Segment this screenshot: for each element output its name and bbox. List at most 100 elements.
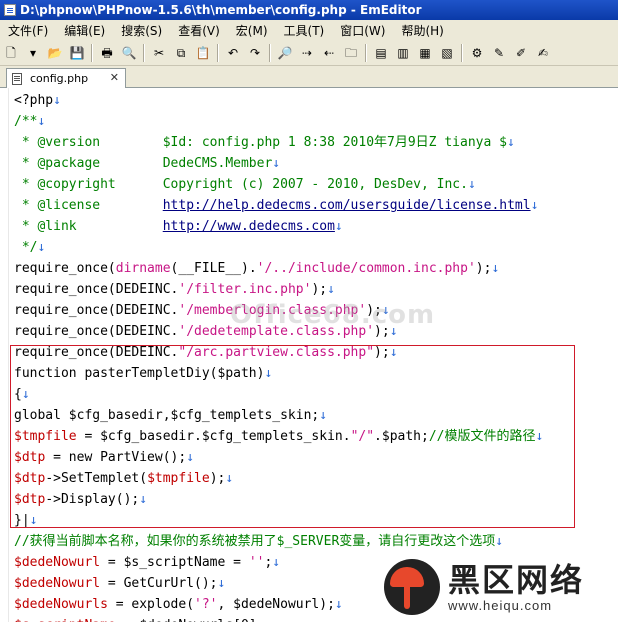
toolbar-separator [461,43,463,62]
code-token: = explode( [107,597,195,612]
app-icon [4,4,16,16]
code-token: * @link [14,219,163,234]
find-prev-icon[interactable]: ⇠ [320,44,338,62]
code-token: $s_scriptName [14,618,116,622]
code-link[interactable]: http://help.dedecms.com/usersguide/licen… [163,198,531,213]
code-token: dirname [115,261,171,276]
toolbar: 🗋 ▾ 📂 💾 🖶 🔍 ✂ ⧉ 📋 ↶ ↷ 🔎 ⇢ ⇠ 🗀 ▤ ▥ ▦ ▧ ⚙ ✎ ✐ ✍ [0,40,618,66]
toolbar-separator [269,43,271,62]
tab-bar: config.php ✕ [0,66,618,88]
cut-icon[interactable]: ✂ [150,44,168,62]
tab-label: config.php [30,72,89,85]
code-token: $dedeNowurl [14,576,101,591]
code-line[interactable]: require_once(DEDEINC.'/filter.inc.php');… [14,279,543,300]
code-token: * @package DedeCMS.Member [14,156,273,171]
editor-area[interactable]: <?php↓/**↓ * @version $Id: config.php 1 … [0,88,618,622]
code-token: (__FILE__). [170,261,257,276]
code-line[interactable]: //获得当前脚本名称，如果你的系统被禁用了$_SERVER变量，请自行更改这个选… [14,531,543,552]
redo-icon[interactable]: ↷ [246,44,264,62]
code-token: '/../include/common.inc.php' [256,261,476,276]
menu-item-1[interactable]: 编辑(E) [56,22,113,39]
code-line[interactable]: * @version $Id: config.php 1 8:38 2010年7… [14,132,543,153]
code-token: //获得当前脚本名称，如果你的系统被禁用了$_SERVER变量，请自行更改这个选… [14,534,496,549]
menu-item-7[interactable]: 帮助(H) [393,22,451,39]
title-bar: D:\phpnow\PHPnow-1.5.6\th\member\config.… [0,0,618,20]
code-link[interactable]: http://www.dedecms.com [163,219,335,234]
menu-bar: 文件(F) 编辑(E) 搜索(S) 查看(V) 宏(M) 工具(T) 窗口(W) 帮助(H) [0,20,618,40]
paste-icon[interactable]: 📋 [194,44,212,62]
logo-text: 黑区网络 [448,560,585,599]
editor-gutter [0,88,9,622]
find-next-icon[interactable]: ⇢ [298,44,316,62]
code-token: require_once(DEDEINC. [14,282,179,297]
menu-item-0[interactable]: 文件(F) [0,22,56,39]
code-line[interactable]: * @link http://www.dedecms.com↓ [14,216,543,237]
tab-config-php[interactable]: config.php ✕ [6,68,126,88]
code-line[interactable]: * @copyright Copyright (c) 2007 - 2010, … [14,174,543,195]
new-icon[interactable]: 🗋 [2,44,20,62]
macro2-icon[interactable]: ✍ [534,44,552,62]
close-icon[interactable]: ✕ [110,71,119,84]
menu-item-3[interactable]: 查看(V) [170,22,228,39]
logo-mark-icon [384,559,440,615]
code-line[interactable]: * @license http://help.dedecms.com/users… [14,195,543,216]
save-icon[interactable]: 💾 [68,44,86,62]
code-token: '/filter.inc.php' [178,282,312,297]
line-end-marker: ↓ [264,618,272,622]
line-end-marker: ↓ [272,156,281,171]
macro-icon[interactable]: ✎ [490,44,508,62]
line-end-marker: ↓ [37,240,46,255]
code-line[interactable]: * @package DedeCMS.Member↓ [14,153,543,174]
open-icon[interactable]: 📂 [46,44,64,62]
menu-item-4[interactable]: 宏(M) [228,22,276,39]
plugin-icon[interactable]: ⚙ [468,44,486,62]
code-token: * @version $Id: config.php 1 8:38 2010年7… [14,135,507,150]
line-end-marker: ↓ [506,135,515,150]
code-line[interactable]: /**↓ [14,111,543,132]
view3-icon[interactable]: ▦ [416,44,434,62]
logo-url: www.heiqu.com [448,597,553,613]
code-token: require_once(DEDEINC. [14,324,179,339]
view1-icon[interactable]: ▤ [372,44,390,62]
code-token: '?' [194,597,218,612]
code-line[interactable]: <?php↓ [14,90,543,111]
highlight-box [10,345,575,528]
dropdown-arrow-icon[interactable]: ▾ [24,44,42,62]
line-end-marker: ↓ [530,198,539,213]
toolbar-separator [143,43,145,62]
code-token: ); [311,282,328,297]
find-in-files-icon[interactable]: 🗀 [342,44,360,62]
line-end-marker: ↓ [272,555,281,570]
menu-item-5[interactable]: 工具(T) [276,22,333,39]
print-preview-icon[interactable]: 🔍 [120,44,138,62]
code-line[interactable]: */↓ [14,237,543,258]
code-token: require_once( [14,261,116,276]
site-logo: 黑区网络 www.heiqu.com [384,552,618,622]
line-end-marker: ↓ [37,114,46,129]
code-line[interactable]: require_once(dirname(__FILE__).'/../incl… [14,258,543,279]
find-icon[interactable]: 🔎 [276,44,294,62]
code-token: = $dedeNowurls[0]; [116,618,265,622]
line-end-marker: ↓ [334,219,343,234]
edit-icon[interactable]: ✐ [512,44,530,62]
copy-icon[interactable]: ⧉ [172,44,190,62]
code-token: /** [14,114,38,129]
code-token: ); [475,261,492,276]
line-end-marker: ↓ [53,93,61,108]
view2-icon[interactable]: ▥ [394,44,412,62]
undo-icon[interactable]: ↶ [224,44,242,62]
code-token: $dedeNowurl [14,555,101,570]
code-token: * @copyright Copyright (c) 2007 - 2010, … [14,177,468,192]
line-end-marker: ↓ [327,282,335,297]
line-end-marker: ↓ [491,261,500,276]
view4-icon[interactable]: ▧ [438,44,456,62]
code-token: <?php [14,93,54,108]
code-token: $dedeNowurls [14,597,108,612]
watermark: Office68.com [230,300,436,330]
menu-item-6[interactable]: 窗口(W) [332,22,393,39]
file-icon [12,72,22,85]
print-icon[interactable]: 🖶 [98,44,116,62]
toolbar-separator [217,43,219,62]
window-title: D:\phpnow\PHPnow-1.5.6\th\member\config.… [20,3,422,17]
menu-item-2[interactable]: 搜索(S) [113,22,170,39]
